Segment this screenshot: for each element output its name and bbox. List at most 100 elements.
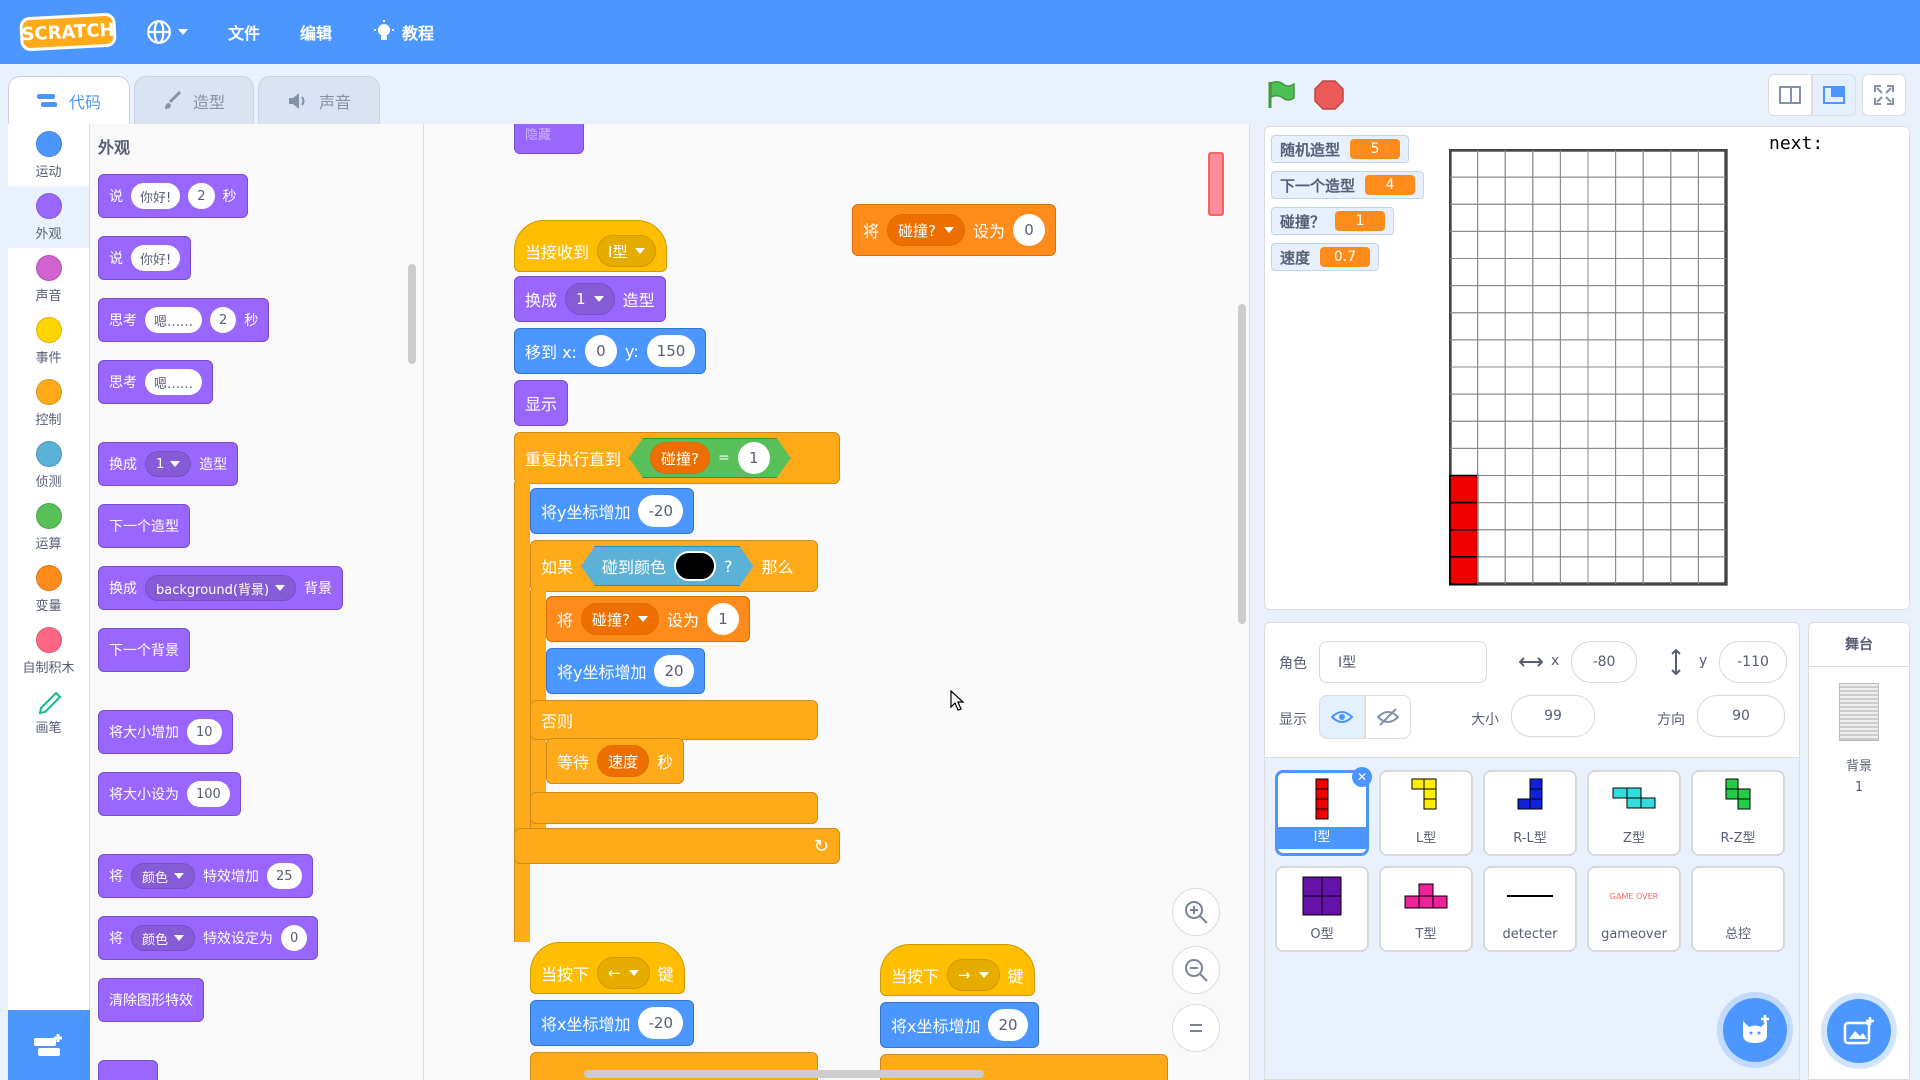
effect-dropdown[interactable]: 颜色 [131,925,196,951]
small-stage-button[interactable] [1768,74,1812,116]
y-input[interactable]: -110 [1719,641,1787,683]
add-extension-button[interactable] [8,1010,90,1080]
block-when-receive[interactable]: 当接收到 I型 [514,220,668,272]
choose-sprite-button[interactable] [1723,998,1787,1062]
block-show[interactable]: 显示 [514,380,569,426]
block-when-key-pressed-left[interactable]: 当按下 ← 键 [530,942,685,994]
sprite-tile-detecter[interactable]: detecter [1483,866,1577,952]
value-input[interactable]: 20 [988,1009,1028,1041]
category-my-blocks[interactable]: 自制积木 [8,620,89,682]
script-area[interactable]: 隐藏 当接收到 I型 换成 1 造型 移到 x: 0 y: 150 显示 重复执… [424,124,1250,1080]
variable-reporter[interactable]: 碰撞? [650,442,710,474]
category-variables[interactable]: 变量 [8,558,89,620]
category-sensing[interactable]: 侦测 [8,434,89,496]
costume-dropdown[interactable]: 1 [565,283,615,315]
sprite-tile-i[interactable]: ✕ I型 [1275,767,1372,856]
costume-dropdown[interactable]: 1 [145,451,192,477]
block-input[interactable]: 10 [187,719,222,745]
variable-monitor[interactable]: 碰撞？ 1 [1271,207,1395,235]
category-events[interactable]: 事件 [8,310,89,372]
block-input[interactable]: 100 [187,781,230,807]
block-input[interactable]: 0 [281,925,308,951]
block-set-variable-floating[interactable]: 将 碰撞? 设为 0 [852,204,1056,256]
key-dropdown[interactable]: ← [597,957,650,989]
value-input[interactable]: 0 [1013,214,1045,246]
variable-monitor[interactable]: 下一个造型 4 [1271,171,1425,199]
block-clear-effects[interactable]: 清除图形特效 [98,978,204,1022]
block-input[interactable]: 2 [188,183,215,209]
block-if-else[interactable]: 如果 碰到颜色 ? 那么 [530,540,818,592]
stop-icon[interactable] [1314,80,1344,110]
key-dropdown[interactable]: → [947,959,1000,991]
effect-dropdown[interactable]: 颜色 [131,863,196,889]
block-hide-partial[interactable]: 隐藏 [514,124,584,154]
tab-code[interactable]: 代码 [8,76,131,124]
block-input[interactable]: 你好! [131,183,181,209]
category-motion[interactable]: 运动 [8,124,89,186]
horizontal-scrollbar[interactable] [584,1070,984,1078]
block-change-x[interactable]: 将x坐标增加 -20 [530,1000,694,1046]
block-change-x[interactable]: 将x坐标增加 20 [880,1002,1039,1048]
block-say[interactable]: 说 你好! [98,236,192,280]
language-menu[interactable] [126,0,208,64]
tutorials-menu[interactable]: 教程 [352,0,454,64]
category-looks[interactable]: 外观 [8,186,89,248]
block-goto-xy[interactable]: 移到 x: 0 y: 150 [514,328,707,374]
stage-target-panel[interactable]: 舞台 背景 1 [1808,622,1910,1080]
block-input[interactable]: 你好! [131,245,181,271]
block-switch-backdrop[interactable]: 换成 background(背景) 背景 [98,566,344,610]
touching-color-sensor[interactable]: 碰到颜色 ? [581,546,754,586]
block-wait[interactable]: 等待 速度 秒 [546,738,685,784]
direction-input[interactable]: 90 [1697,695,1785,737]
category-operators[interactable]: 运算 [8,496,89,558]
zoom-out-button[interactable] [1172,946,1220,994]
show-hidden-button[interactable] [1365,695,1411,739]
sprite-tile-t[interactable]: T型 [1379,866,1473,952]
fullscreen-button[interactable] [1862,74,1906,116]
block-input[interactable]: 25 [267,863,302,889]
stage[interactable]: 随机造型 5 下一个造型 4 碰撞？ 1 速度 0.7 next: [1264,126,1910,610]
variable-dropdown[interactable]: 碰撞? [581,603,659,635]
block-set-size[interactable]: 将大小设为 100 [98,772,241,816]
variable-monitor[interactable]: 随机造型 5 [1271,135,1410,163]
scratch-logo[interactable]: SCRATCH [19,12,117,52]
block-set-variable[interactable]: 将 碰撞? 设为 1 [546,596,750,642]
size-input[interactable]: 99 [1511,695,1595,737]
x-input[interactable]: -80 [1571,641,1637,683]
block-say-for-secs[interactable]: 说 你好! 2 秒 [98,174,248,218]
zoom-reset-button[interactable] [1172,1004,1220,1052]
color-swatch[interactable] [674,551,716,581]
block-repeat-until[interactable]: 重复执行直到 碰撞? = 1 [514,432,840,484]
value-input[interactable]: -20 [638,495,683,527]
value-input[interactable]: 20 [654,655,694,687]
sprite-tile-r-z[interactable]: R-Z型 [1691,770,1785,856]
block-switch-costume[interactable]: 换成 1 造型 [98,442,239,486]
sprite-tile-gameover[interactable]: GAME OVER gameover [1587,866,1681,952]
sprite-tile-o[interactable]: O型 [1275,866,1369,952]
block-input[interactable]: 嗯…… [145,369,203,395]
delete-sprite-button[interactable]: ✕ [1352,767,1372,787]
zoom-in-button[interactable] [1172,888,1220,936]
block-when-key-pressed-right[interactable]: 当按下 → 键 [880,944,1035,996]
block-change-y[interactable]: 将y坐标增加 20 [546,648,705,694]
backdrop-dropdown[interactable]: background(背景) [145,575,297,601]
block-switch-costume[interactable]: 换成 1 造型 [514,276,666,322]
file-menu[interactable]: 文件 [208,0,280,64]
tab-sounds[interactable]: 声音 [258,76,381,124]
tab-costumes[interactable]: 造型 [134,76,255,124]
variable-reporter[interactable]: 速度 [597,745,650,777]
block-change-effect[interactable]: 将 颜色 特效增加 25 [98,854,313,898]
message-dropdown[interactable]: I型 [597,235,657,267]
block-partial[interactable] [98,1060,158,1080]
palette-scrollbar[interactable] [408,264,416,364]
value-input[interactable]: 1 [707,603,739,635]
vertical-scrollbar[interactable] [1238,304,1246,624]
variable-dropdown[interactable]: 碰撞? [887,214,965,246]
block-next-costume[interactable]: 下一个造型 [98,504,190,548]
sprite-tile-l[interactable]: L型 [1379,770,1473,856]
sprite-name-input[interactable]: I型 [1319,641,1487,683]
block-set-effect[interactable]: 将 颜色 特效设定为 0 [98,916,319,960]
large-stage-button[interactable] [1812,74,1856,116]
block-change-size[interactable]: 将大小增加 10 [98,710,233,754]
choose-backdrop-button[interactable] [1827,999,1891,1063]
